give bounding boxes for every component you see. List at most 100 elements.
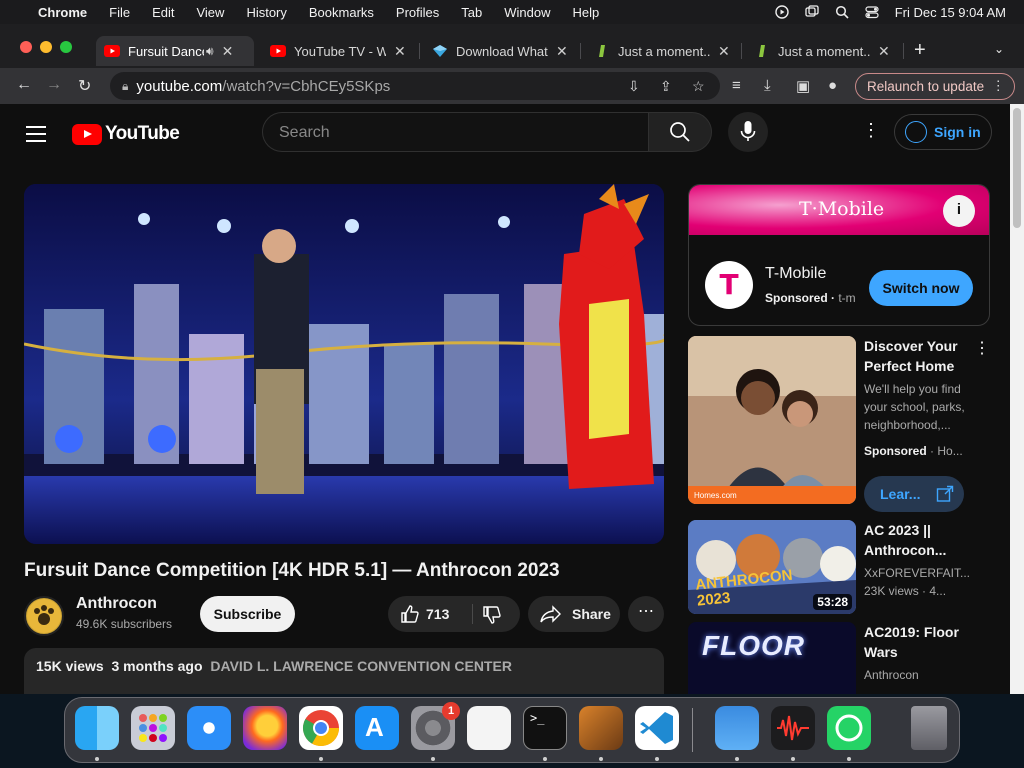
switch-now-button[interactable]: Switch now — [869, 270, 973, 306]
menu-profiles[interactable]: Profiles — [396, 5, 439, 20]
forward-arrow-icon[interactable]: → — [46, 76, 62, 94]
chrome-icon[interactable] — [299, 706, 343, 750]
thumbs-down-icon[interactable] — [482, 605, 502, 625]
menu-window[interactable]: Window — [504, 5, 550, 20]
speaker-icon[interactable]: 🔊︎ — [206, 44, 214, 59]
vscode-icon[interactable] — [635, 706, 679, 750]
channel-name[interactable]: Anthrocon — [76, 595, 157, 613]
finder-icon[interactable] — [75, 706, 119, 750]
thumbs-up-icon[interactable] — [400, 604, 420, 624]
recommendation-ac2023[interactable]: ANTHROCON 2023 53:28 AC 2023 || Anthroco… — [688, 520, 990, 614]
close-tab-icon[interactable]: ✕ — [556, 43, 568, 60]
menu-bookmarks[interactable]: Bookmarks — [309, 5, 374, 20]
reload-icon[interactable]: ↻ — [78, 76, 91, 96]
recommendation-kebab-icon[interactable]: ⋮ — [974, 338, 990, 358]
search-button[interactable] — [648, 112, 712, 152]
terminal-icon[interactable]: >_ — [523, 706, 567, 750]
tab-youtube-tv[interactable]: YouTube TV - Wa ✕ — [262, 36, 418, 66]
menu-app-name[interactable]: Chrome — [38, 5, 87, 20]
recommendation-thumbnail[interactable]: ANTHROCON 2023 53:28 — [688, 520, 856, 614]
control-center-icon[interactable] — [865, 5, 879, 19]
play-circle-icon[interactable] — [775, 5, 789, 19]
share-page-icon[interactable]: ⇪ — [660, 78, 672, 95]
textedit-icon[interactable] — [467, 706, 511, 750]
share-button[interactable]: Share — [528, 596, 620, 632]
recommendation-title[interactable]: AC2019: Floor Wars — [864, 622, 974, 662]
tab-search-chevron-icon[interactable]: ⌄ — [994, 42, 1004, 56]
close-window-button[interactable] — [20, 41, 32, 53]
chrome-menu-kebab-icon[interactable]: ⋮ — [992, 78, 1006, 94]
close-tab-icon[interactable]: ✕ — [718, 43, 730, 60]
profile-icon[interactable]: ● — [828, 77, 837, 94]
tmobile-logo-icon[interactable]: T — [705, 261, 753, 309]
tab-fursuit-dance[interactable]: Fursuit Dance 🔊︎ ✕ — [96, 36, 254, 66]
tab-download-whatsapp[interactable]: Download Whats ✕ — [424, 36, 580, 66]
recommendation-thumbnail[interactable]: Homes.com — [688, 336, 856, 504]
voice-memos-icon[interactable] — [771, 706, 815, 750]
video-player[interactable] — [24, 184, 664, 544]
firefox-icon[interactable] — [243, 706, 287, 750]
screen-mirror-icon[interactable] — [805, 5, 819, 19]
safari-icon[interactable] — [187, 706, 231, 750]
recommendation-channel[interactable]: Anthrocon — [864, 666, 974, 684]
launchpad-icon[interactable] — [131, 706, 175, 750]
settings-kebab-icon[interactable]: ⋮ — [862, 120, 880, 141]
menubar-clock[interactable]: Fri Dec 15 9:04 AM — [895, 5, 1006, 20]
tmobile-ad-card[interactable]: T·Mobile i T T-Mobile Sponsored · t-m Sw… — [688, 184, 990, 326]
search-input[interactable]: Search — [262, 112, 648, 152]
recommendation-homes-ad[interactable]: Homes.com Discover Your Perfect Home ⋮ W… — [688, 336, 990, 512]
subscribe-button[interactable]: Subscribe — [200, 596, 295, 632]
menu-tab[interactable]: Tab — [461, 5, 482, 20]
install-app-icon[interactable]: ⇩ — [628, 78, 640, 95]
location-tag[interactable]: DAVID L. LAWRENCE CONVENTION CENTER — [210, 658, 512, 674]
vertical-scrollbar[interactable] — [1010, 104, 1024, 694]
app-store-icon[interactable]: A — [355, 706, 399, 750]
like-count[interactable]: 713 — [426, 606, 449, 622]
close-tab-icon[interactable]: ✕ — [878, 43, 890, 60]
menu-help[interactable]: Help — [573, 5, 600, 20]
more-actions-kebab-icon[interactable]: ⋯ — [628, 596, 664, 632]
channel-avatar[interactable] — [24, 596, 64, 636]
trash-icon[interactable] — [911, 706, 947, 750]
ad-info-icon[interactable]: i — [943, 195, 975, 227]
weather-icon[interactable] — [715, 706, 759, 750]
spotlight-search-icon[interactable] — [835, 5, 849, 19]
new-tab-plus-icon[interactable]: + — [914, 39, 926, 62]
zoom-window-button[interactable] — [60, 41, 72, 53]
menu-file[interactable]: File — [109, 5, 130, 20]
ad-domain: t-m — [838, 291, 856, 305]
recommendation-title[interactable]: Discover Your Perfect Home — [864, 336, 974, 376]
youtube-logo[interactable]: YouTube — [72, 123, 180, 145]
back-arrow-icon[interactable]: ← — [16, 76, 32, 94]
description-box[interactable]: 15K views 3 months ago DAVID L. LAWRENCE… — [24, 648, 664, 694]
recommendation-ac2019[interactable]: FLOOR AC2019: Floor Wars Anthrocon — [688, 622, 990, 694]
voice-search-button[interactable] — [728, 112, 768, 152]
address-bar[interactable]: 🔒︎ youtube.com/watch?v=CbhCEy5SKps ⇩ ⇪ ☆ — [110, 72, 720, 100]
sign-in-button[interactable]: Sign in — [894, 114, 992, 150]
tab-just-a-moment-2[interactable]: Just a moment... ✕ — [746, 36, 902, 66]
hamburger-menu-icon[interactable] — [26, 126, 46, 147]
recommendation-thumbnail[interactable]: FLOOR — [688, 622, 856, 694]
recommendation-channel[interactable]: XxFOREVERFAIT... — [864, 564, 974, 582]
downloads-icon[interactable]: ⤓ — [764, 77, 771, 94]
video-frame — [24, 184, 664, 544]
menu-edit[interactable]: Edit — [152, 5, 174, 20]
side-panel-icon[interactable]: ▣ — [796, 77, 810, 95]
whatsapp-icon[interactable] — [827, 706, 871, 750]
relaunch-to-update-button[interactable]: Relaunch to update ⋮ — [855, 73, 1015, 100]
recommendation-title[interactable]: AC 2023 || Anthrocon... — [864, 520, 974, 560]
tab-just-a-moment-1[interactable]: Just a moment... ✕ — [586, 36, 742, 66]
learn-more-button[interactable]: Lear... — [864, 476, 964, 512]
lock-icon[interactable]: 🔒︎ — [122, 79, 128, 94]
menu-view[interactable]: View — [196, 5, 224, 20]
couple-photo — [688, 336, 856, 504]
ad-banner[interactable]: T·Mobile i — [689, 185, 989, 235]
media-queue-icon[interactable]: ≡ — [732, 77, 741, 94]
menu-history[interactable]: History — [246, 5, 286, 20]
sponsored-label: Sponsored — [765, 291, 828, 305]
minimize-window-button[interactable] — [40, 41, 52, 53]
close-tab-icon[interactable]: ✕ — [222, 43, 234, 60]
bookmark-star-icon[interactable]: ☆ — [692, 78, 705, 95]
close-tab-icon[interactable]: ✕ — [394, 43, 406, 60]
garageband-icon[interactable] — [579, 706, 623, 750]
